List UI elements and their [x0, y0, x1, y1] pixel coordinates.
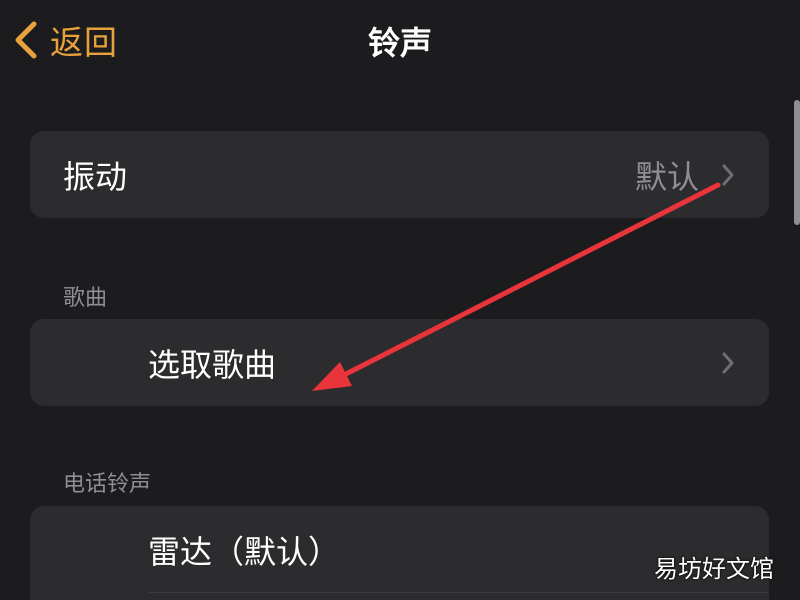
vibration-label: 振动 — [63, 157, 128, 196]
vibration-row[interactable]: 振动 默认 — [30, 131, 769, 218]
page-title: 铃声 — [367, 24, 432, 62]
ringtone-settings-screen: 返回 铃声 振动 默认 歌曲 选取歌曲 电话铃声 雷达（默认） 易坊好文馆 — [0, 0, 800, 600]
pick-song-row[interactable]: 选取歌曲 — [30, 319, 769, 406]
ringtone-section-header: 电话铃声 — [63, 472, 152, 497]
vibration-value: 默认 — [634, 157, 699, 196]
scrollbar[interactable] — [794, 100, 800, 225]
ringtone-label: 雷达（默认） — [148, 532, 341, 571]
chevron-right-icon — [721, 163, 735, 191]
row-divider — [148, 592, 769, 593]
watermark: 易坊好文馆 — [654, 555, 774, 583]
songs-section-header: 歌曲 — [63, 286, 108, 311]
chevron-right-icon — [721, 351, 735, 379]
pick-song-label: 选取歌曲 — [148, 345, 277, 384]
songs-group: 选取歌曲 — [30, 319, 769, 406]
vibration-group: 振动 默认 — [30, 131, 769, 218]
navigation-bar: 返回 铃声 — [0, 0, 800, 82]
